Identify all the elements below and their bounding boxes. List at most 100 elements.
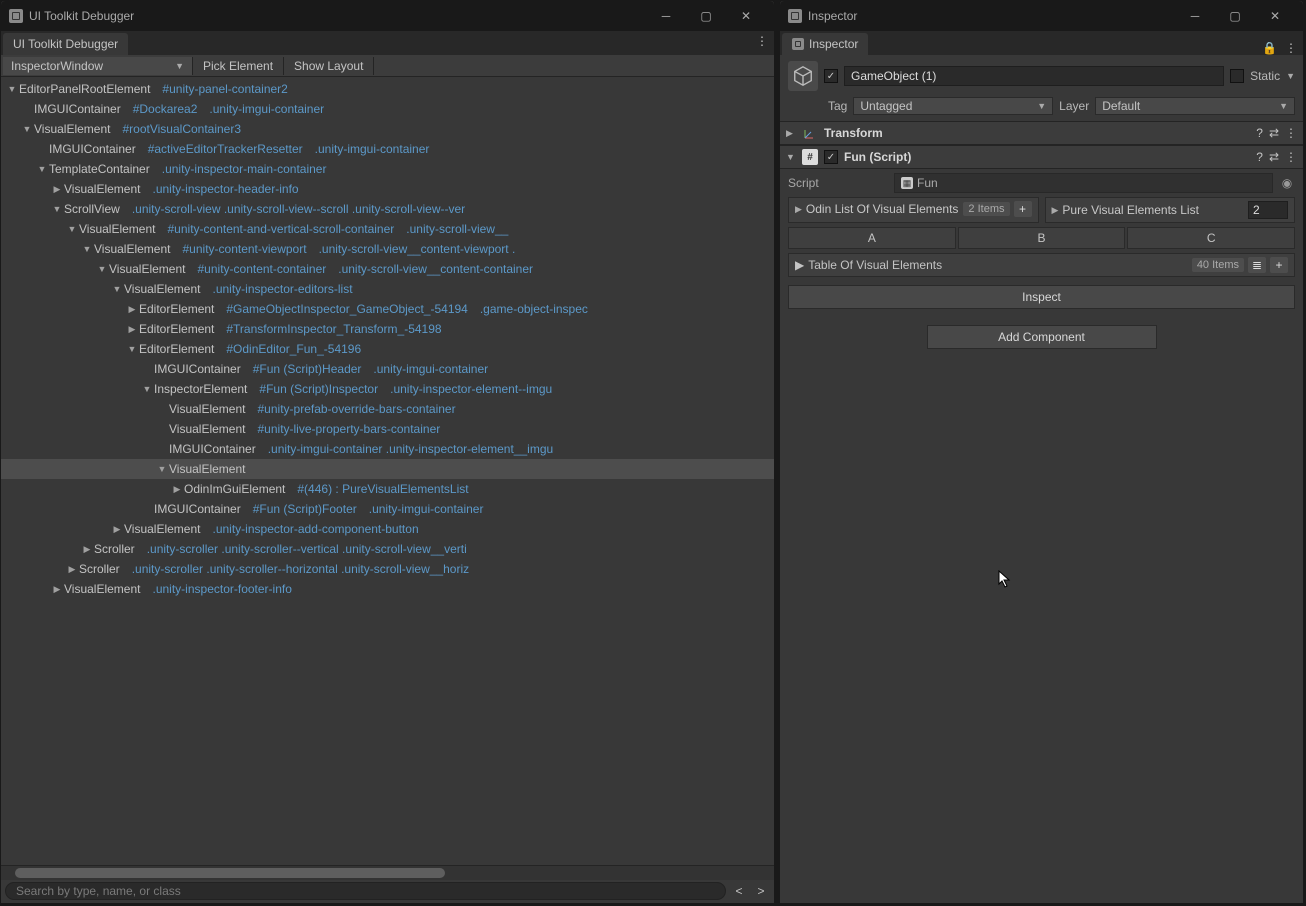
- tree-row[interactable]: ▶VisualElement.unity-inspector-header-in…: [1, 179, 774, 199]
- lock-icon[interactable]: 🔒: [1262, 41, 1277, 55]
- tree-row[interactable]: ▼VisualElement#unity-content-and-vertica…: [1, 219, 774, 239]
- show-layout-button[interactable]: Show Layout: [284, 57, 374, 75]
- foldout-icon[interactable]: ▶: [795, 258, 804, 272]
- list-view-button[interactable]: ≣: [1248, 257, 1266, 273]
- tree-row[interactable]: ▶VisualElement.unity-inspector-add-compo…: [1, 519, 774, 539]
- pick-element-button[interactable]: Pick Element: [193, 57, 284, 75]
- tree-row[interactable]: ▼TemplateContainer.unity-inspector-main-…: [1, 159, 774, 179]
- tree-row[interactable]: ▼VisualElement#unity-content-viewport.un…: [1, 239, 774, 259]
- script-field[interactable]: ▦ Fun: [894, 173, 1273, 193]
- scrollbar-thumb[interactable]: [15, 868, 445, 878]
- fun-component-header[interactable]: ▼ # ✓ Fun (Script) ? ⇄ ⋮: [780, 145, 1303, 169]
- tree-row[interactable]: ▶Scroller.unity-scroller .unity-scroller…: [1, 539, 774, 559]
- tree-row[interactable]: IMGUIContainer#activeEditorTrackerResett…: [1, 139, 774, 159]
- tree-row[interactable]: ▶VisualElement.unity-inspector-footer-in…: [1, 579, 774, 599]
- element-selector: #rootVisualContainer3: [123, 119, 242, 139]
- foldout-icon[interactable]: ▶: [110, 519, 124, 539]
- pure-list-count-field[interactable]: 2: [1248, 201, 1288, 219]
- foldout-icon[interactable]: ▼: [125, 339, 139, 359]
- tree-row[interactable]: ▼VisualElement: [1, 459, 774, 479]
- foldout-icon[interactable]: ▼: [35, 159, 49, 179]
- add-item-button[interactable]: +: [1270, 257, 1288, 273]
- static-checkbox[interactable]: [1230, 69, 1244, 83]
- tree-row[interactable]: IMGUIContainer#Dockarea2.unity-imgui-con…: [1, 99, 774, 119]
- foldout-icon[interactable]: ▼: [110, 279, 124, 299]
- tab-ui-toolkit-debugger[interactable]: UI Toolkit Debugger: [3, 33, 128, 55]
- close-button[interactable]: ✕: [726, 4, 766, 28]
- tree-row[interactable]: ▼VisualElement#unity-content-container.u…: [1, 259, 774, 279]
- col-a[interactable]: A: [788, 227, 956, 249]
- chevron-down-icon[interactable]: ▼: [1286, 71, 1295, 81]
- tree-row[interactable]: ▶OdinImGuiElement#(446) : PureVisualElem…: [1, 479, 774, 499]
- maximize-button[interactable]: ▢: [686, 4, 726, 28]
- help-icon[interactable]: ?: [1256, 150, 1263, 164]
- foldout-icon[interactable]: ▼: [80, 239, 94, 259]
- foldout-icon[interactable]: ▼: [20, 119, 34, 139]
- odin-list-label: Odin List Of Visual Elements: [806, 202, 960, 216]
- debugger-footer: Search by type, name, or class < >: [1, 865, 774, 903]
- add-component-button[interactable]: Add Component: [927, 325, 1157, 349]
- preset-icon[interactable]: ⇄: [1269, 150, 1279, 164]
- foldout-icon[interactable]: ▼: [95, 259, 109, 279]
- foldout-icon[interactable]: ▶: [170, 479, 184, 499]
- horizontal-scrollbar[interactable]: [1, 866, 774, 880]
- menu-icon[interactable]: ⋮: [1285, 150, 1297, 164]
- tree-row[interactable]: VisualElement#unity-live-property-bars-c…: [1, 419, 774, 439]
- tree-row[interactable]: ▶EditorElement#TransformInspector_Transf…: [1, 319, 774, 339]
- foldout-icon[interactable]: ▼: [65, 219, 79, 239]
- foldout-icon[interactable]: ▼: [5, 79, 19, 99]
- foldout-icon[interactable]: ▶: [795, 204, 802, 215]
- enabled-checkbox[interactable]: ✓: [824, 150, 838, 164]
- layer-dropdown[interactable]: Default▼: [1095, 97, 1295, 115]
- gameobject-icon[interactable]: [788, 61, 818, 91]
- tree-row[interactable]: ▼EditorPanelRootElement#unity-panel-cont…: [1, 79, 774, 99]
- active-checkbox[interactable]: ✓: [824, 69, 838, 83]
- foldout-icon[interactable]: ▼: [140, 379, 154, 399]
- foldout-icon[interactable]: ▼: [786, 152, 796, 162]
- tree-row[interactable]: ▼VisualElement.unity-inspector-editors-l…: [1, 279, 774, 299]
- gameobject-name-field[interactable]: GameObject (1): [844, 66, 1224, 86]
- foldout-icon[interactable]: ▶: [786, 128, 796, 139]
- tab-options-icon[interactable]: ⋮: [756, 34, 768, 48]
- tag-dropdown[interactable]: Untagged▼: [853, 97, 1053, 115]
- foldout-icon[interactable]: ▶: [50, 579, 64, 599]
- tree-row[interactable]: VisualElement#unity-prefab-override-bars…: [1, 399, 774, 419]
- close-button[interactable]: ✕: [1255, 4, 1295, 28]
- tree-row[interactable]: ▶Scroller.unity-scroller .unity-scroller…: [1, 559, 774, 579]
- help-icon[interactable]: ?: [1256, 126, 1263, 140]
- next-match-button[interactable]: >: [752, 884, 770, 898]
- element-tree[interactable]: ▼EditorPanelRootElement#unity-panel-cont…: [1, 77, 774, 601]
- maximize-button[interactable]: ▢: [1215, 4, 1255, 28]
- tab-inspector[interactable]: Inspector: [782, 33, 868, 55]
- transform-component-header[interactable]: ▶ Transform ? ⇄ ⋮: [780, 121, 1303, 145]
- col-b[interactable]: B: [958, 227, 1126, 249]
- tree-row[interactable]: IMGUIContainer.unity-imgui-container .un…: [1, 439, 774, 459]
- object-picker-icon[interactable]: ◉: [1279, 176, 1295, 190]
- prev-match-button[interactable]: <: [730, 884, 748, 898]
- tab-options-icon[interactable]: ⋮: [1285, 41, 1297, 55]
- tree-row[interactable]: ▼InspectorElement#Fun (Script)Inspector.…: [1, 379, 774, 399]
- tree-row[interactable]: IMGUIContainer#Fun (Script)Header.unity-…: [1, 359, 774, 379]
- tree-row[interactable]: ▼ScrollView.unity-scroll-view .unity-scr…: [1, 199, 774, 219]
- foldout-icon[interactable]: ▶: [50, 179, 64, 199]
- preset-icon[interactable]: ⇄: [1269, 126, 1279, 140]
- foldout-icon[interactable]: ▶: [80, 539, 94, 559]
- foldout-icon[interactable]: ▼: [50, 199, 64, 219]
- menu-icon[interactable]: ⋮: [1285, 126, 1297, 140]
- tree-row[interactable]: IMGUIContainer#Fun (Script)Footer.unity-…: [1, 499, 774, 519]
- inspect-button[interactable]: Inspect: [788, 285, 1295, 309]
- foldout-icon[interactable]: ▶: [1052, 205, 1059, 216]
- foldout-icon[interactable]: ▶: [65, 559, 79, 579]
- tree-row[interactable]: ▼EditorElement#OdinEditor_Fun_-54196: [1, 339, 774, 359]
- tree-row[interactable]: ▶EditorElement#GameObjectInspector_GameO…: [1, 299, 774, 319]
- foldout-icon[interactable]: ▶: [125, 299, 139, 319]
- col-c[interactable]: C: [1127, 227, 1295, 249]
- foldout-icon[interactable]: ▶: [125, 319, 139, 339]
- tree-row[interactable]: ▼VisualElement#rootVisualContainer3: [1, 119, 774, 139]
- minimize-button[interactable]: ─: [646, 4, 686, 28]
- add-item-button[interactable]: +: [1014, 201, 1032, 217]
- minimize-button[interactable]: ─: [1175, 4, 1215, 28]
- foldout-icon[interactable]: ▼: [155, 459, 169, 479]
- panel-dropdown[interactable]: InspectorWindow ▼: [3, 57, 193, 75]
- search-input[interactable]: Search by type, name, or class: [5, 882, 726, 900]
